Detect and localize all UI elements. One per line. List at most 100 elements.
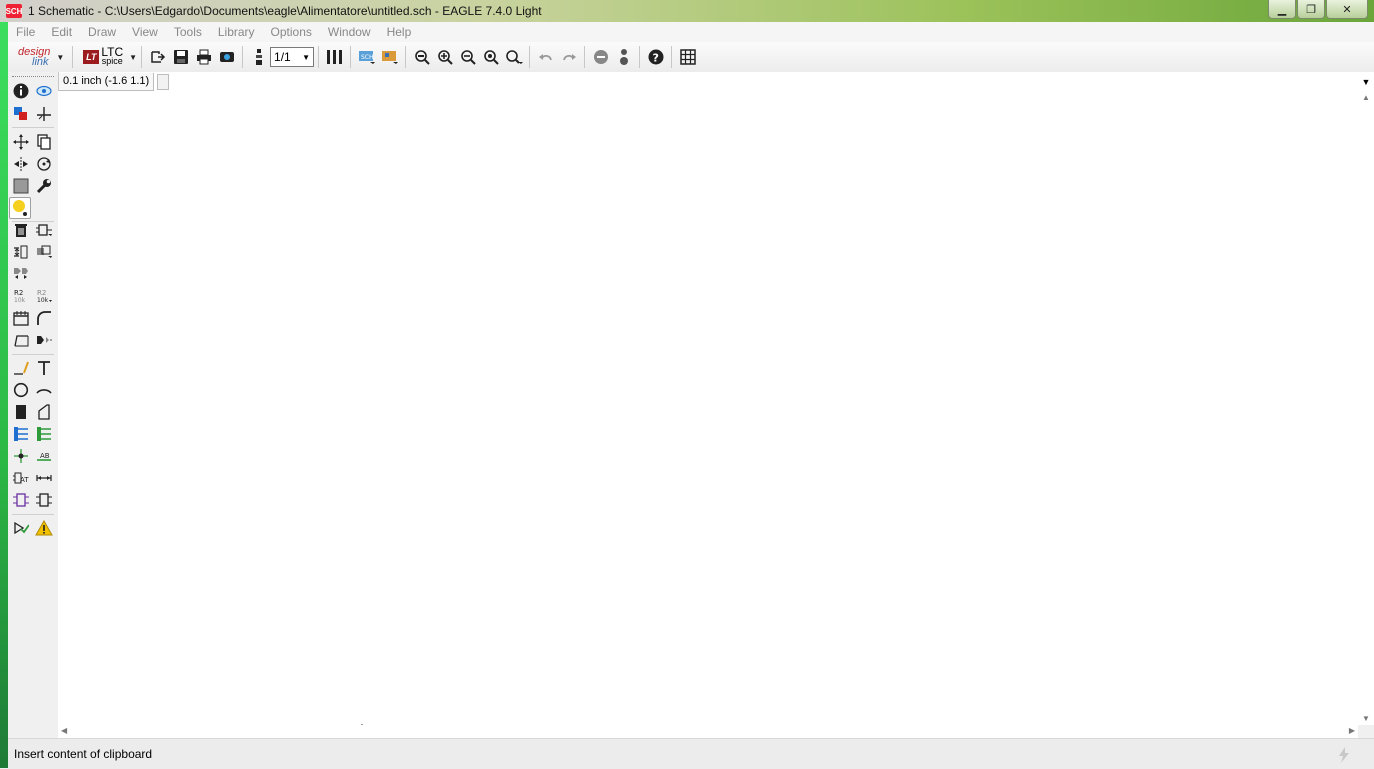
script-icon[interactable] [249, 47, 269, 67]
ltspice-button[interactable]: LT LTC spice ▼ [83, 46, 137, 66]
zoom-in-icon[interactable] [435, 47, 455, 67]
menu-file[interactable]: File [8, 25, 43, 39]
chevron-down-icon: ▼ [302, 52, 311, 62]
status-bar: Insert content of clipboard [8, 738, 1374, 769]
show-icon[interactable] [34, 81, 54, 101]
print-icon[interactable] [194, 47, 214, 67]
menu-help[interactable]: Help [379, 25, 420, 39]
sch-icon[interactable]: SCH [357, 47, 377, 67]
chevron-down-icon[interactable]: ▼ [1358, 77, 1374, 87]
info-icon[interactable] [11, 81, 31, 101]
close-button[interactable]: ✕ [1326, 0, 1368, 19]
erc-icon[interactable] [11, 518, 31, 538]
change-icon[interactable] [34, 176, 54, 196]
sheet-select[interactable]: 1/1 ▼ [270, 47, 315, 67]
scroll-down-icon[interactable]: ▼ [1362, 714, 1370, 723]
cam-icon[interactable] [217, 47, 237, 67]
board-icon[interactable] [325, 47, 345, 67]
arc-icon[interactable] [34, 380, 54, 400]
title-bar[interactable]: SCH 1 Schematic - C:\Users\Edgardo\Docum… [0, 0, 1374, 22]
wire-icon[interactable] [11, 358, 31, 378]
zoom-out-icon[interactable] [458, 47, 478, 67]
menu-library[interactable]: Library [210, 25, 263, 39]
grid-icon[interactable] [678, 47, 698, 67]
scroll-up-icon[interactable]: ▲ [1362, 93, 1370, 102]
zoom-select-icon[interactable] [504, 47, 524, 67]
mark-icon[interactable] [34, 104, 54, 124]
group-icon[interactable] [11, 176, 31, 196]
invoke-icon[interactable] [34, 330, 54, 350]
zoom-fit-icon[interactable] [412, 47, 432, 67]
menu-edit[interactable]: Edit [43, 25, 80, 39]
chevron-down-icon[interactable]: ▼ [129, 53, 137, 62]
command-input[interactable] [169, 72, 1358, 91]
replace-icon[interactable] [34, 242, 54, 262]
chevron-down-icon[interactable]: ▼ [56, 53, 64, 62]
mirror-icon[interactable] [11, 154, 31, 174]
sheet-select-value: 1/1 [274, 50, 291, 64]
main-toolbar: design link ▼ LT LTC spice ▼ 1/1 ▼ SCH ? [8, 42, 1374, 73]
menu-window[interactable]: Window [320, 25, 379, 39]
rect-icon[interactable] [11, 402, 31, 422]
attribute-icon[interactable]: AT [11, 468, 31, 488]
brd-icon[interactable] [380, 47, 400, 67]
paste-icon[interactable] [9, 197, 31, 219]
scroll-right-icon[interactable]: ▶ [1349, 726, 1355, 735]
scroll-left-icon[interactable]: ◀ [61, 726, 67, 735]
undo-icon[interactable] [536, 47, 556, 67]
go-icon[interactable] [614, 47, 634, 67]
menu-draw[interactable]: Draw [80, 25, 124, 39]
status-text: Insert content of clipboard [14, 747, 153, 761]
open-icon[interactable] [148, 47, 168, 67]
junction-icon[interactable] [11, 446, 31, 466]
net-icon[interactable] [34, 424, 54, 444]
redo-icon[interactable] [559, 47, 579, 67]
warning-icon[interactable] [34, 518, 54, 538]
help-icon[interactable]: ? [646, 47, 666, 67]
move-icon[interactable] [11, 132, 31, 152]
window-title: 1 Schematic - C:\Users\Edgardo\Documents… [28, 4, 542, 18]
split-icon[interactable] [11, 330, 31, 350]
minimize-button[interactable]: ▁ [1268, 0, 1296, 19]
tool-separator [12, 514, 54, 515]
part-icon[interactable] [34, 490, 54, 510]
svg-text:AB: AB [40, 452, 50, 460]
horizontal-scrollbar[interactable]: ◀ ▶ [58, 725, 1358, 738]
smash-icon[interactable] [11, 308, 31, 328]
bus-icon[interactable] [11, 424, 31, 444]
designlink-logo: design link [18, 46, 51, 68]
schematic-canvas[interactable] [58, 91, 1358, 744]
maximize-button[interactable]: ❐ [1297, 0, 1325, 19]
pinswap-icon[interactable] [11, 242, 31, 262]
menu-view[interactable]: View [124, 25, 166, 39]
miter-icon[interactable] [34, 308, 54, 328]
menu-options[interactable]: Options [263, 25, 320, 39]
tool-separator [12, 354, 54, 355]
designlink-button[interactable]: design link ▼ [18, 46, 64, 68]
vertical-scrollbar[interactable]: ▲ ▼ [1358, 91, 1374, 725]
copy-icon[interactable] [34, 132, 54, 152]
value-icon[interactable]: R2 10k [34, 286, 54, 306]
toolbar-grip[interactable] [12, 76, 54, 77]
display-icon[interactable] [11, 104, 31, 124]
svg-text:?: ? [652, 52, 658, 65]
circle-icon[interactable] [11, 380, 31, 400]
grid-coordinates: 0.1 inch (-1.6 1.1) [58, 72, 155, 91]
gateswap-icon[interactable] [11, 262, 31, 282]
stop-icon[interactable] [591, 47, 611, 67]
zoom-redraw-icon[interactable] [481, 47, 501, 67]
name-icon[interactable]: R2 10k [11, 286, 31, 306]
frame-icon[interactable] [11, 490, 31, 510]
svg-text:SCH: SCH [361, 54, 374, 61]
app-icon: SCH [6, 4, 22, 18]
add-icon[interactable] [34, 220, 54, 240]
save-icon[interactable] [171, 47, 191, 67]
text-icon[interactable] [34, 358, 54, 378]
label-icon[interactable]: AB [34, 446, 54, 466]
tool-separator [12, 127, 54, 128]
rotate-icon[interactable] [34, 154, 54, 174]
polygon-icon[interactable] [34, 402, 54, 422]
dimension-icon[interactable] [34, 468, 54, 488]
menu-tools[interactable]: Tools [166, 25, 210, 39]
delete-icon[interactable] [11, 220, 31, 240]
